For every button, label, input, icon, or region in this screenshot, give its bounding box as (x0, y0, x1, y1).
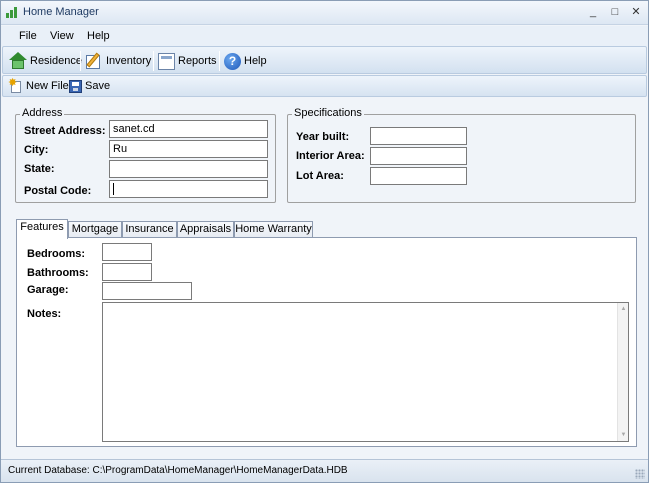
resize-grip-icon[interactable] (635, 469, 645, 479)
postal-code-input[interactable] (109, 180, 268, 198)
title-bar[interactable]: Home Manager _ □ ✕ (1, 1, 648, 25)
minimize-button[interactable]: _ (585, 5, 601, 19)
state-label: State: (24, 163, 55, 175)
save-icon (69, 79, 82, 93)
city-input[interactable]: Ru (109, 140, 268, 158)
street-address-input[interactable]: sanet.cd (109, 120, 268, 138)
text-caret (113, 183, 114, 196)
year-built-label: Year built: (296, 131, 350, 143)
save-button[interactable]: Save (69, 78, 110, 94)
bathrooms-input[interactable] (102, 263, 152, 281)
garage-input[interactable] (102, 282, 192, 300)
save-label: Save (85, 80, 111, 92)
tab-insurance[interactable]: Insurance (122, 221, 177, 238)
menu-bar: File View Help (1, 26, 648, 46)
report-icon (158, 52, 175, 70)
menu-file[interactable]: File (19, 30, 37, 42)
house-icon (9, 52, 27, 70)
tab-home-warranty[interactable]: Home Warranty (234, 221, 313, 238)
lot-area-label: Lot Area: (296, 170, 344, 182)
notes-scrollbar[interactable]: ▲ ▼ (617, 303, 628, 441)
interior-area-input[interactable] (370, 147, 467, 165)
notes-textarea[interactable]: ▲ ▼ (102, 302, 629, 442)
bedrooms-input[interactable] (102, 243, 152, 261)
tab-features[interactable]: Features (16, 219, 68, 239)
lot-area-input[interactable] (370, 167, 467, 185)
residence-label: Residence (30, 55, 82, 67)
inventory-label: Inventory (106, 55, 152, 67)
status-text: Current Database: C:\ProgramData\HomeMan… (8, 465, 348, 476)
help-button[interactable]: ? Help (224, 51, 267, 71)
pencil-icon (85, 52, 103, 70)
new-file-icon: ✸ (8, 77, 23, 93)
new-file-button[interactable]: ✸ New File (8, 77, 69, 94)
scroll-down-icon[interactable]: ▼ (618, 430, 629, 440)
postal-code-label: Postal Code: (24, 185, 92, 197)
menu-help[interactable]: Help (87, 30, 110, 42)
interior-area-label: Interior Area: (296, 150, 365, 162)
file-toolbar: ✸ New File Save (2, 75, 647, 97)
year-built-input[interactable] (370, 127, 467, 145)
window-title: Home Manager (23, 6, 99, 18)
notes-label: Notes: (27, 308, 62, 320)
bathrooms-label: Bathrooms: (27, 267, 89, 279)
app-logo-icon (6, 7, 19, 18)
specifications-group: Specifications Year built: Interior Area… (287, 107, 636, 203)
close-button[interactable]: ✕ (628, 5, 644, 19)
city-label: City: (24, 144, 49, 156)
bedrooms-label: Bedrooms: (27, 248, 86, 260)
garage-label: Garage: (27, 284, 69, 296)
menu-view[interactable]: View (50, 30, 74, 42)
tab-appraisals[interactable]: Appraisals (177, 221, 234, 238)
inventory-button[interactable]: Inventory (85, 51, 151, 71)
toolbar-separator (219, 51, 220, 71)
state-input[interactable] (109, 160, 268, 178)
scroll-up-icon[interactable]: ▲ (618, 304, 629, 314)
address-legend: Address (20, 107, 65, 119)
help-icon: ? (224, 52, 241, 70)
street-address-label: Street Address: (24, 125, 106, 137)
new-file-label: New File (26, 80, 69, 92)
main-toolbar: Residence Inventory Reports ? Help (2, 46, 647, 74)
toolbar-separator (153, 51, 154, 71)
reports-label: Reports (178, 55, 217, 67)
app-window: Home Manager _ □ ✕ File View Help Reside… (0, 0, 649, 483)
reports-button[interactable]: Reports (158, 51, 217, 71)
address-group: Address Street Address: sanet.cd City: R… (15, 107, 276, 203)
toolbar-separator (80, 51, 81, 71)
residence-button[interactable]: Residence (9, 51, 82, 71)
tab-mortgage[interactable]: Mortgage (68, 221, 122, 238)
specifications-legend: Specifications (292, 107, 364, 119)
features-panel: Bedrooms: Bathrooms: Garage: Notes: ▲ ▼ (16, 237, 637, 447)
maximize-button[interactable]: □ (607, 5, 623, 19)
help-label: Help (244, 55, 267, 67)
status-bar: Current Database: C:\ProgramData\HomeMan… (1, 459, 648, 482)
